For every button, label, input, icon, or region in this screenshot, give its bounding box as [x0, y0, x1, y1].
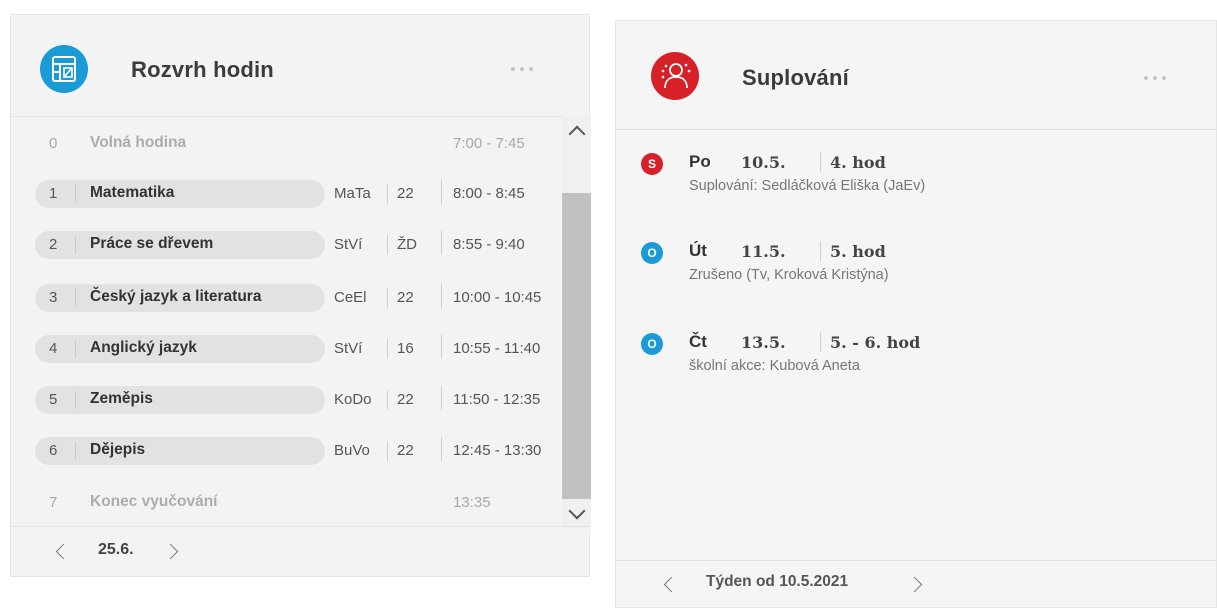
lesson-row[interactable]: 2 Práce se dřevem StVí ŽD 8:55 - 9:40 [11, 231, 561, 259]
lesson-number: 4 [49, 340, 58, 357]
lesson-subject: Dějepis [90, 441, 146, 458]
chevron-up-icon [568, 125, 586, 143]
lesson-subject: Matematika [90, 184, 175, 201]
more-options-icon[interactable] [511, 65, 541, 73]
substitution-date: 13.5. [741, 333, 786, 352]
more-options-icon[interactable] [1144, 74, 1174, 82]
lesson-room: 16 [397, 340, 414, 357]
lesson-room: 22 [397, 289, 414, 306]
timetable-scrollbar[interactable] [562, 116, 591, 529]
lesson-time: 11:50 - 12:35 [453, 391, 541, 408]
lesson-row[interactable]: 1 Matematika MaTa 22 8:00 - 8:45 [11, 180, 561, 208]
substitution-description: školní akce: Kubová Aneta [689, 358, 860, 374]
lesson-room: 22 [397, 185, 414, 202]
timetable-icon [40, 45, 88, 93]
card-title: Suplování [742, 65, 849, 90]
lesson-subject: Anglický jazyk [90, 339, 197, 356]
lesson-row[interactable]: 0 Volná hodina 7:00 - 7:45 [11, 130, 561, 158]
substitution-item[interactable]: O Čt 13.5. 5. - 6. hod školní akce: Kubo… [616, 331, 1216, 391]
lesson-room: ŽD [397, 236, 417, 253]
substitutions-header: Suplování [616, 21, 1216, 130]
substitution-hour: 4. hod [830, 153, 886, 172]
lesson-number: 1 [49, 185, 58, 202]
lesson-number: 2 [49, 236, 58, 253]
lesson-teacher: StVí [334, 340, 363, 357]
current-date: 25.6. [98, 541, 134, 558]
scroll-down-button[interactable] [562, 501, 591, 529]
substitution-date: 10.5. [741, 153, 786, 172]
lesson-teacher: CeEl [334, 289, 367, 306]
lesson-teacher: BuVo [334, 442, 370, 459]
substitution-badge: O [641, 242, 663, 264]
lesson-subject: Konec vyučování [90, 493, 218, 510]
lesson-number: 6 [49, 442, 58, 459]
week-label: Týden od 10.5.2021 [706, 573, 849, 590]
timetable-header: Rozvrh hodin [11, 15, 589, 117]
substitution-badge: O [641, 333, 663, 355]
timetable-list: 0 Volná hodina 7:00 - 7:45 1 Matematika … [11, 116, 561, 528]
lesson-room: 22 [397, 391, 414, 408]
lesson-time: 10:00 - 10:45 [453, 289, 542, 306]
lesson-teacher: StVí [334, 236, 363, 253]
lesson-time: 8:55 - 9:40 [453, 236, 525, 253]
lesson-number: 7 [49, 494, 58, 511]
substitution-day: Po [689, 152, 711, 171]
lesson-row[interactable]: 3 Český jazyk a literatura CeEl 22 10:00… [11, 284, 561, 312]
timetable-card: Rozvrh hodin 0 Volná hodina 7:00 - 7:45 … [10, 14, 591, 577]
card-title: Rozvrh hodin [131, 57, 274, 82]
lesson-time: 10:55 - 11:40 [453, 340, 541, 357]
substitution-day: Út [689, 241, 707, 260]
lesson-time: 12:45 - 13:30 [453, 442, 542, 459]
lesson-row[interactable]: 5 Zeměpis KoDo 22 11:50 - 12:35 [11, 386, 561, 414]
lesson-subject: Český jazyk a literatura [90, 288, 262, 305]
substitution-person-icon [651, 52, 699, 100]
lesson-teacher: KoDo [334, 391, 372, 408]
previous-day-button[interactable] [55, 543, 72, 560]
substitution-hour: 5. - 6. hod [830, 333, 921, 352]
lesson-row[interactable]: 7 Konec vyučování 13:35 [11, 489, 561, 517]
timetable-footer: 25.6. [11, 526, 589, 576]
substitution-item[interactable]: S Po 10.5. 4. hod Suplování: Sedláčková … [616, 151, 1216, 211]
substitutions-card: Suplování S Po 10.5. 4. hod Suplování: S… [615, 20, 1217, 608]
lesson-room: 22 [397, 442, 414, 459]
lesson-subject: Práce se dřevem [90, 235, 214, 252]
lesson-number: 3 [49, 289, 58, 306]
lesson-row[interactable]: 4 Anglický jazyk StVí 16 10:55 - 11:40 [11, 335, 561, 363]
lesson-teacher: MaTa [334, 185, 371, 202]
lesson-row[interactable]: 6 Dějepis BuVo 22 12:45 - 13:30 [11, 437, 561, 465]
substitution-description: Suplování: Sedláčková Eliška (JaEv) [689, 178, 926, 194]
substitution-item[interactable]: O Út 11.5. 5. hod Zrušeno (Tv, Kroková K… [616, 240, 1216, 300]
lesson-number: 5 [49, 391, 58, 408]
substitution-description: Zrušeno (Tv, Kroková Kristýna) [689, 267, 889, 283]
substitution-hour: 5. hod [830, 242, 886, 261]
scroll-thumb[interactable] [562, 193, 591, 499]
lesson-number: 0 [49, 135, 58, 152]
lesson-time: 7:00 - 7:45 [453, 135, 525, 152]
substitution-badge: S [641, 153, 663, 175]
substitution-day: Čt [689, 332, 707, 351]
lesson-time: 13:35 [453, 494, 491, 511]
next-day-button[interactable] [162, 543, 179, 560]
substitutions-footer: Týden od 10.5.2021 [616, 560, 1216, 607]
next-week-button[interactable] [906, 576, 923, 593]
lesson-subject: Volná hodina [90, 134, 187, 151]
substitution-date: 11.5. [741, 242, 786, 261]
chevron-down-icon [568, 502, 586, 520]
lesson-subject: Zeměpis [90, 390, 153, 407]
lesson-time: 8:00 - 8:45 [453, 185, 525, 202]
scroll-up-button[interactable] [562, 116, 591, 144]
previous-week-button[interactable] [663, 576, 680, 593]
